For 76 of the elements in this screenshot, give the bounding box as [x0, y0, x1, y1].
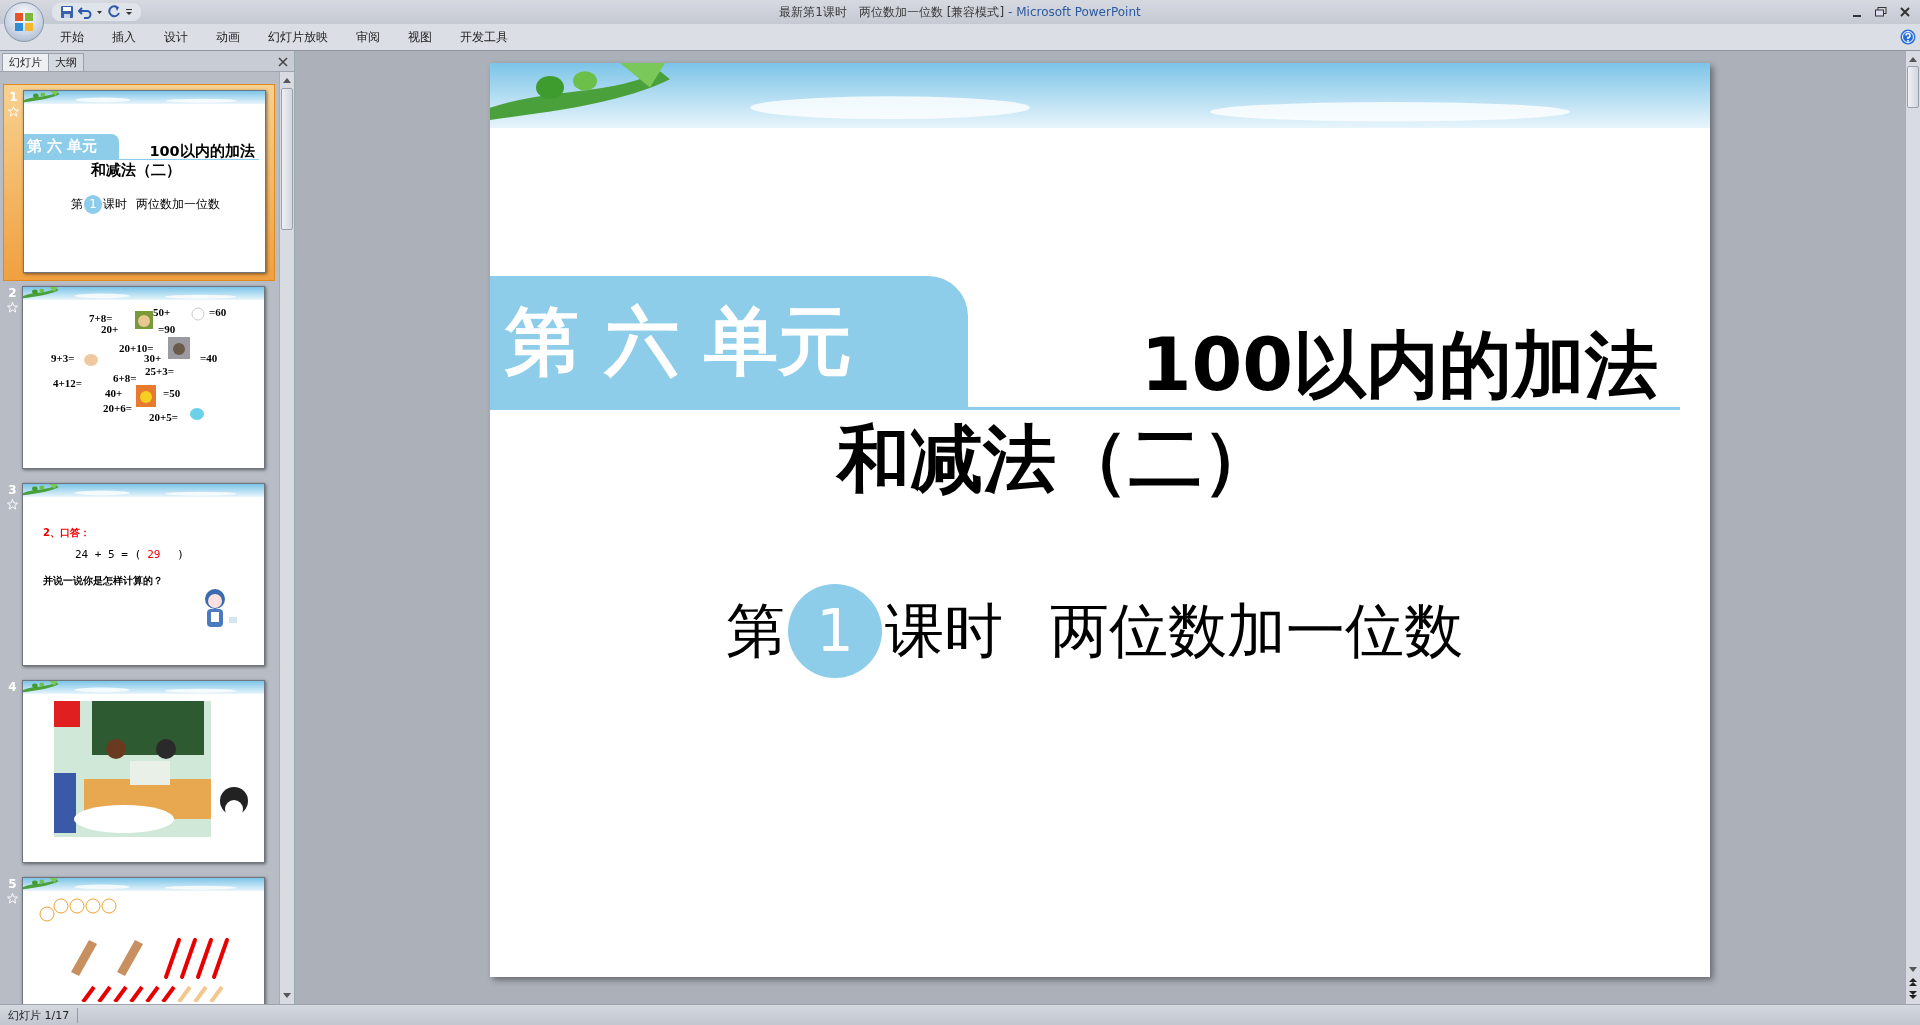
equation: 20+6=	[103, 403, 133, 414]
answer: 29	[147, 548, 162, 561]
scrollbar[interactable]	[1905, 51, 1920, 1004]
office-button[interactable]	[4, 2, 44, 42]
equation: 25+3=	[145, 366, 175, 377]
equation: 4+12=	[53, 378, 83, 389]
lesson-label: 第	[70, 197, 83, 212]
expression: 24 + 5 = (	[75, 548, 142, 561]
lesson-topic: 两位数加一位数	[136, 197, 221, 212]
minimize-icon	[1853, 15, 1861, 17]
slide-number: 2	[8, 286, 17, 300]
ribbon-tab[interactable]: 视图	[394, 24, 446, 50]
close-icon[interactable]	[278, 57, 288, 67]
equation: 20+10=	[119, 343, 154, 354]
question-prompt: 并说一说你是怎样计算的？	[43, 574, 163, 588]
scroll-down-icon[interactable]	[282, 992, 292, 1000]
equation: 7+8=	[89, 313, 113, 324]
slide-title: 和减法（二）	[89, 161, 182, 180]
equation: 6+8=	[113, 373, 137, 384]
redo-icon[interactable]	[107, 5, 121, 19]
logo	[13, 11, 35, 33]
lesson-label: 第	[726, 595, 785, 667]
lesson-label: 课时	[102, 197, 127, 212]
equation: =90	[158, 324, 176, 335]
slide-number: 4	[8, 680, 17, 694]
equation: 20+5=	[149, 412, 179, 423]
equation: 40+	[105, 388, 123, 399]
slide-title: 100以内的加法	[149, 142, 255, 160]
unit-label: 第 六 单元	[24, 133, 120, 160]
slide-number: 3	[8, 483, 17, 497]
restore-icon	[1875, 7, 1887, 17]
scrollbar-thumb[interactable]	[281, 88, 293, 230]
ribbon-tab[interactable]: 动画	[202, 24, 254, 50]
lesson-number: 1	[83, 195, 103, 214]
expression: )	[177, 548, 184, 561]
equation: 30+	[144, 353, 162, 364]
equation: 20+	[101, 324, 119, 335]
slide-title: 100以内的加法	[1140, 322, 1659, 407]
equation: =60	[209, 307, 227, 318]
lesson-number: 1	[787, 584, 883, 679]
ribbon-tab[interactable]: 幻灯片放映	[254, 24, 342, 50]
app-name: - Microsoft PowerPoint	[1008, 4, 1141, 19]
scroll-up-icon[interactable]	[1908, 55, 1918, 63]
scroll-down-icon[interactable]	[1908, 966, 1918, 974]
slide-thumbnail-item[interactable]: 3 2、口答： 24 + 5 = ( 29 ) 并说一说你是怎样计算的？	[3, 478, 275, 675]
previous-slide-icon[interactable]	[1908, 977, 1918, 987]
close-icon	[1900, 7, 1910, 17]
ribbon-tab[interactable]: 开始	[46, 24, 98, 50]
scrollbar-thumb[interactable]	[1907, 66, 1919, 108]
slide-counter: 幻灯片 1/17	[0, 1007, 79, 1023]
scroll-up-icon[interactable]	[282, 76, 292, 84]
slide-thumbnail-item[interactable]: 2 7+8= 50+ =60 20+ =90 20+10= 9+3= 30+ =40 25+3= 4+12= 6+8= 40+ =50 20+6= 20+5=	[3, 281, 275, 478]
scrollbar[interactable]	[279, 72, 294, 1004]
equation: 9+3=	[51, 353, 75, 364]
undo-icon[interactable]	[78, 5, 92, 19]
equation: =50	[163, 388, 181, 399]
unit-label: 第 六 单元	[490, 276, 969, 407]
slide-title: 和减法（二）	[834, 415, 1277, 504]
equation: 50+	[153, 307, 171, 318]
slide-number: 1	[9, 90, 18, 104]
help-icon[interactable]	[1900, 29, 1916, 45]
slide-number: 5	[8, 877, 17, 891]
ribbon-tab[interactable]: 审阅	[342, 24, 394, 50]
next-slide-icon[interactable]	[1908, 990, 1918, 1000]
pane-tab[interactable]: 幻灯片	[2, 53, 49, 71]
ribbon-tab[interactable]: 插入	[98, 24, 150, 50]
lesson-topic: 两位数加一位数	[1050, 595, 1464, 667]
slide-thumbnail-item[interactable]: 1 第 六 单元 100以内的加法 和减法（二） 第 1 课时 两位数加一位数	[3, 84, 275, 281]
lesson-label: 课时	[885, 595, 1004, 667]
question-heading: 2、口答：	[43, 526, 90, 540]
ribbon-tab[interactable]: 设计	[150, 24, 202, 50]
window-title: 最新第1课时 两位数加一位数 [兼容模式]	[779, 4, 1005, 19]
ribbon-tab[interactable]: 开发工具	[446, 24, 522, 50]
pane-tab[interactable]: 大纲	[48, 53, 84, 71]
save-icon[interactable]	[60, 5, 74, 19]
equation: =40	[200, 353, 218, 364]
